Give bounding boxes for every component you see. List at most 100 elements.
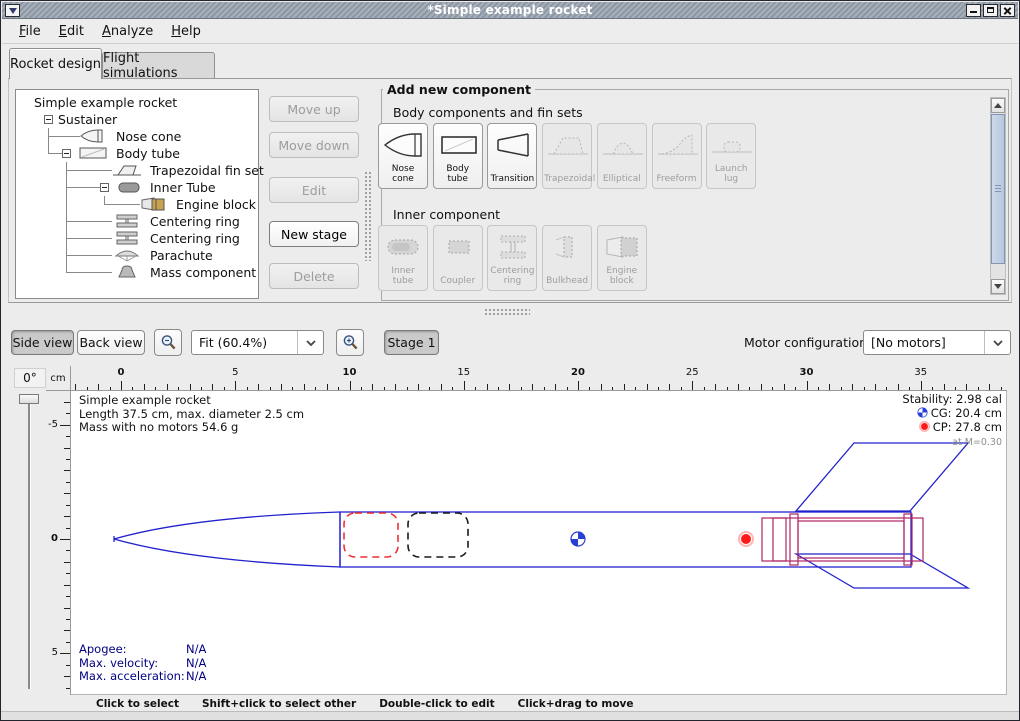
ruler-tick (66, 436, 70, 437)
add-transition-button[interactable]: Transition (487, 123, 537, 189)
ruler-tick (66, 619, 70, 620)
tree-item-simple-example-rocket[interactable]: Simple example rocket (16, 94, 258, 111)
tree-item-engine-block[interactable]: Engine block (16, 196, 258, 213)
component-button-label: Transition (489, 174, 535, 184)
inner-tube-icon (382, 232, 426, 262)
tree-item-centering-ring[interactable]: Centering ring (16, 213, 258, 230)
tree-item-body-tube[interactable]: Body tube (16, 145, 258, 162)
ruler-tick (418, 384, 419, 390)
scroll-down-icon[interactable] (991, 279, 1005, 294)
ruler-tick (64, 630, 70, 631)
ruler-tick (292, 387, 293, 391)
collapse-icon[interactable] (62, 149, 71, 158)
minimize-button[interactable] (966, 4, 981, 17)
splitter-horizontal[interactable] (484, 308, 530, 317)
ruler-tick (212, 384, 213, 390)
zoom-in-button[interactable] (336, 329, 364, 356)
ruler-label: 30 (800, 367, 814, 378)
engine-block-icon (601, 232, 645, 262)
ruler-tick (64, 470, 70, 471)
tree-item-mass-component[interactable]: Mass component (16, 264, 258, 281)
collapse-icon[interactable] (44, 115, 53, 124)
ruler-tick (304, 384, 305, 390)
close-button[interactable] (1000, 4, 1015, 17)
tab-rocket-design[interactable]: Rocket design (9, 48, 102, 79)
ruler-tick (989, 384, 990, 390)
add-nose-cone-button[interactable]: Nose cone (378, 123, 428, 189)
rotation-slider[interactable] (28, 404, 30, 689)
rotation-angle-value: 0° (14, 368, 46, 388)
component-tree[interactable]: Simple example rocketSustainerNose coneB… (15, 89, 259, 299)
menu-analyze[interactable]: Analyze (93, 22, 162, 41)
zoom-select[interactable]: Fit (60.4%) (191, 330, 324, 355)
add-freeform-button[interactable]: Freeform (652, 123, 702, 189)
ruler-tick (167, 384, 168, 390)
add-centering-ring-button[interactable]: Centering ring (487, 225, 537, 291)
magnifier-minus-icon (160, 334, 177, 351)
tree-connector (66, 187, 100, 188)
magnifier-plus-icon (342, 334, 359, 351)
tree-item-label: Trapezoidal fin set (150, 163, 264, 178)
component-button-label: Trapezoidal (544, 174, 590, 184)
add-engine-block-button[interactable]: Engine block (597, 225, 647, 291)
component-button-label: Body tube (435, 164, 481, 184)
ruler-tick (978, 387, 979, 391)
tree-item-sustainer[interactable]: Sustainer (16, 111, 258, 128)
tree-item-parachute[interactable]: Parachute (16, 247, 258, 264)
add-trapezoidal-button[interactable]: Trapezoidal (542, 123, 592, 189)
stage-1-toggle[interactable]: Stage 1 (384, 330, 439, 355)
menu-edit[interactable]: Edit (50, 22, 93, 41)
tree-item-trapezoidal-fin-set[interactable]: Trapezoidal fin set (16, 162, 258, 179)
motor-configuration-select[interactable]: [No motors] (863, 330, 1011, 355)
add-body-tube-button[interactable]: Body tube (433, 123, 483, 189)
ruler-label: 5 (232, 367, 238, 378)
ruler-tick (190, 384, 191, 390)
add-inner-tube-button[interactable]: Inner tube (378, 225, 428, 291)
transition-icon (491, 130, 535, 160)
tree-item-label: Mass component (150, 265, 256, 280)
max-velocity-label: Max. velocity: (79, 657, 186, 671)
zoom-select-value: Fit (60.4%) (192, 335, 297, 350)
back-view-button[interactable]: Back view (77, 330, 145, 355)
side-view-button[interactable]: Side view (11, 330, 74, 355)
tree-item-centering-ring[interactable]: Centering ring (16, 230, 258, 247)
cg-marker (571, 532, 585, 546)
scroll-up-icon[interactable] (991, 98, 1005, 113)
rotation-slider-handle[interactable] (19, 394, 39, 404)
tree-connector (66, 272, 112, 273)
component-scrollbar[interactable] (990, 97, 1006, 295)
body-components-label: Body components and fin sets (393, 105, 583, 120)
ruler-tick (372, 384, 373, 390)
add-elliptical-button[interactable]: Elliptical (597, 123, 647, 189)
tree-connector (104, 204, 140, 205)
delete-button[interactable]: Delete (269, 263, 359, 289)
add-launch-lug-button[interactable]: Launch lug (706, 123, 756, 189)
move-down-button[interactable]: Move down (269, 132, 359, 158)
tree-item-inner-tube[interactable]: Inner Tube (16, 179, 258, 196)
move-up-button[interactable]: Move up (269, 96, 359, 122)
rocket-canvas[interactable]: Simple example rocket Length 37.5 cm, ma… (71, 391, 1007, 695)
ruler-tick (886, 387, 887, 391)
coupler-icon (437, 232, 481, 262)
scrollbar-thumb[interactable] (991, 114, 1005, 264)
component-button-label: Launch lug (708, 164, 754, 184)
add-coupler-button[interactable]: Coupler (433, 225, 483, 291)
tree-item-nose-cone[interactable]: Nose cone (16, 128, 258, 145)
zoom-out-button[interactable] (154, 329, 182, 356)
tree-connector (66, 238, 112, 239)
add-bulkhead-button[interactable]: Bulkhead (542, 225, 592, 291)
menu-help[interactable]: Help (162, 22, 210, 41)
collapse-icon[interactable] (100, 183, 109, 192)
ruler-tick (66, 642, 70, 643)
menu-file[interactable]: File (10, 22, 50, 41)
ruler-tick (555, 384, 556, 390)
maximize-button[interactable] (983, 4, 998, 17)
title-bar[interactable]: *Simple example rocket (2, 2, 1018, 19)
splitter-vertical[interactable] (364, 171, 373, 261)
new-stage-button[interactable]: New stage (269, 221, 359, 247)
tab-flight-simulations[interactable]: Flight simulations (102, 52, 215, 79)
launch-lug-icon (710, 130, 754, 160)
ruler-tick (932, 387, 933, 391)
ruler-tick (144, 384, 145, 390)
edit-button[interactable]: Edit (269, 177, 359, 203)
